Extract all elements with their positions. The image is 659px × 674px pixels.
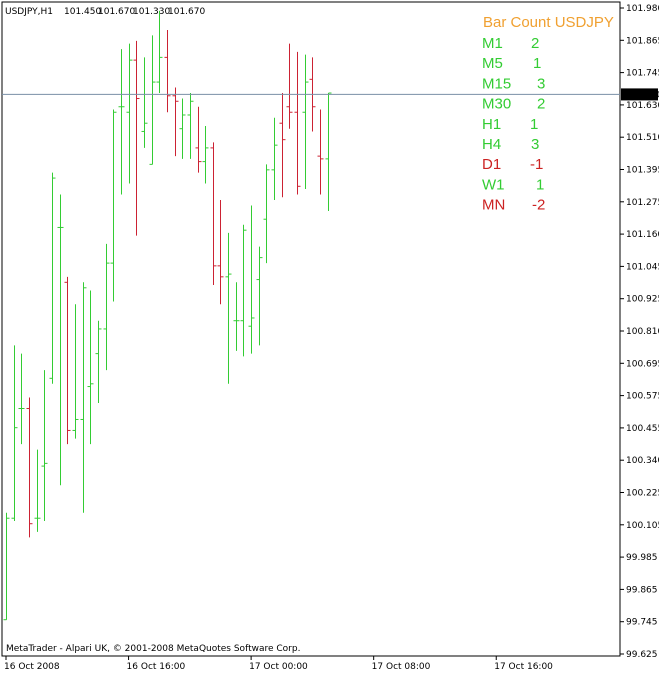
price-tick-label: 101.745	[626, 69, 659, 79]
bar-count-label: M15	[482, 75, 511, 92]
price-tick-label: 101.630	[626, 101, 659, 111]
time-axis: 16 Oct 2008 16 Oct 16:00 17 Oct 00:00 17 Oc…	[4, 656, 553, 672]
price-tick-label: 99.745	[626, 618, 658, 628]
time-tick-label: 17 Oct 00:00	[249, 662, 308, 672]
price-axis: 101.980 101.865 101.745 101.630 101.510 101.3…	[620, 4, 659, 660]
bar-count-title: Bar Count USDJPY	[483, 14, 614, 31]
price-tick-label: 100.105	[626, 521, 659, 531]
copyright-footer: MetaTrader - Alpari UK, © 2001-2008 Meta…	[6, 644, 300, 654]
price-tick-label: 100.455	[626, 424, 659, 434]
bar-count-value: 2	[531, 35, 539, 52]
price-tick-label: 101.045	[626, 262, 659, 272]
bar-count-label: H4	[482, 136, 501, 153]
price-tick-label: 99.865	[626, 585, 658, 595]
bar-count-label: M5	[482, 55, 503, 72]
bar-count-label: MN	[482, 197, 505, 214]
price-tick-label: 101.395	[626, 166, 659, 176]
bar-count-value: 1	[530, 116, 538, 133]
bar-count-label: D1	[482, 156, 501, 173]
price-tick-label: 101.510	[626, 133, 659, 143]
price-tick-label: 100.925	[626, 295, 659, 305]
chart-window: USDJPY,H1 101.450 101.670 101.330 101.670 1…	[0, 0, 659, 674]
time-tick-label: 17 Oct 16:00	[494, 662, 553, 672]
price-label: 101.670	[623, 90, 659, 100]
price-tick-label: 101.275	[626, 198, 659, 208]
bar-count-value: 3	[537, 75, 545, 92]
symbol-header: USDJPY,H1	[5, 7, 53, 17]
header-value: 101.670	[98, 7, 135, 17]
price-tick-label: 100.810	[626, 327, 659, 337]
time-tick-label: 16 Oct 2008	[4, 662, 60, 672]
price-tick-label: 100.225	[626, 489, 659, 499]
header-values: 101.450101.670101.330101.670	[64, 7, 205, 17]
header-value: 101.450	[64, 7, 101, 17]
time-tick-label: 17 Oct 08:00	[372, 662, 431, 672]
bar-count-label: W1	[482, 176, 505, 193]
price-tick-label: 100.340	[626, 456, 659, 466]
price-chart: USDJPY,H1 101.450101.670101.330101.670 1…	[1, 1, 659, 672]
plot-area-frame	[1, 1, 621, 657]
bar-count-value: 1	[536, 176, 544, 193]
bar-count-value: 1	[533, 55, 541, 72]
price-tick-label: 100.575	[626, 392, 659, 402]
bar-count-label: M30	[482, 96, 511, 113]
bar-count-value: 3	[531, 136, 539, 153]
bar-count-value: 2	[537, 96, 545, 113]
header-value: 101.670	[168, 7, 205, 17]
bar-count-label: H1	[482, 116, 501, 133]
price-tick-label: 101.160	[626, 230, 659, 240]
price-tick-label: 101.980	[626, 4, 659, 14]
price-tick-label: 100.695	[626, 359, 659, 369]
bar-count-value: -1	[530, 156, 543, 173]
price-tick-label: 99.985	[626, 553, 658, 563]
time-tick-label: 16 Oct 16:00	[127, 662, 186, 672]
bar-count-value: -2	[532, 197, 545, 214]
price-tick-label: 99.625	[626, 650, 658, 660]
header-value: 101.330	[133, 7, 170, 17]
price-tick-label: 101.865	[626, 36, 659, 46]
bar-count-label: M1	[482, 35, 503, 52]
